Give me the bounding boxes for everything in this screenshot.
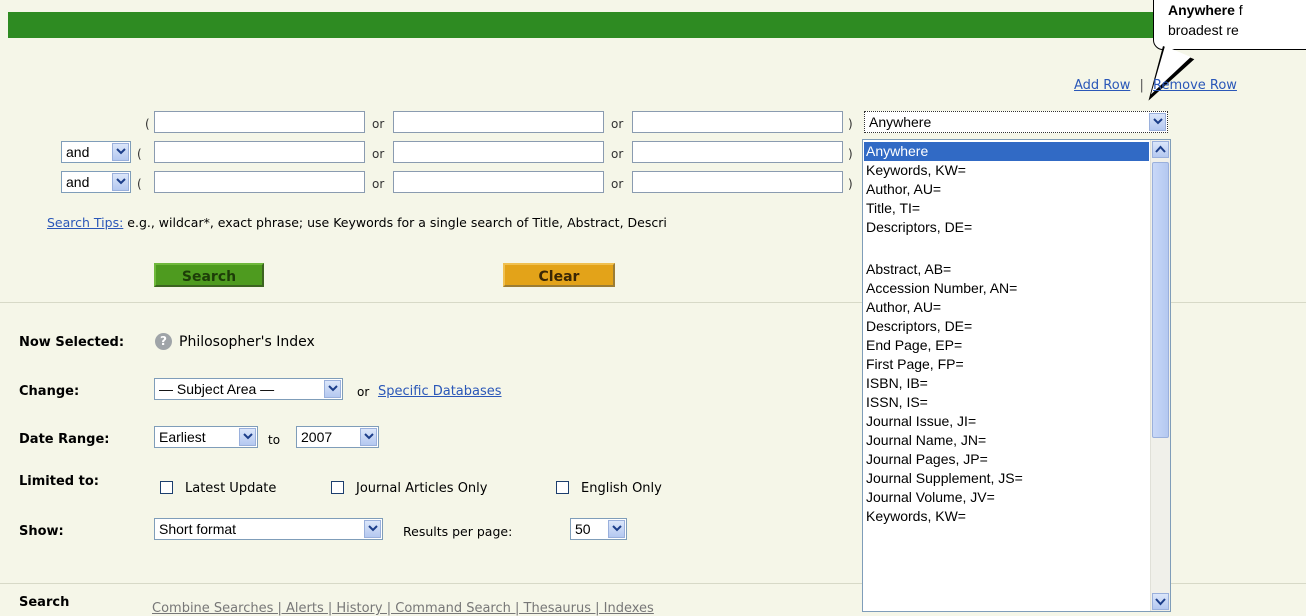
results-per-page-select[interactable]: 50: [570, 518, 627, 540]
field-option[interactable]: Author, AU=: [866, 298, 941, 317]
connector-select-3[interactable]: and: [61, 171, 131, 193]
or-label: or: [372, 117, 385, 131]
field-option[interactable]: Keywords, KW=: [866, 507, 966, 526]
search-button[interactable]: Search: [154, 263, 264, 287]
date-range-label: Date Range:: [19, 432, 110, 447]
field-option[interactable]: Journal Name, JN=: [866, 431, 986, 450]
search-term-input-3c[interactable]: [632, 171, 843, 193]
scroll-down-button[interactable]: [1152, 593, 1169, 610]
field-option[interactable]: Author, AU=: [866, 180, 941, 199]
clear-button[interactable]: Clear: [503, 263, 615, 287]
chevron-down-icon[interactable]: [1149, 113, 1166, 131]
show-label: Show:: [19, 524, 64, 539]
latest-update-label: Latest Update: [185, 481, 277, 496]
chevron-down-icon[interactable]: [324, 380, 341, 398]
scrollbar-thumb[interactable]: [1152, 162, 1169, 438]
latest-update-checkbox[interactable]: [160, 481, 173, 494]
field-option[interactable]: Abstract, AB=: [866, 260, 951, 279]
search-section-label: Search: [19, 595, 70, 610]
english-only-checkbox[interactable]: [556, 481, 569, 494]
search-term-input-2a[interactable]: [154, 141, 365, 163]
date-from-select[interactable]: Earliest: [154, 426, 258, 448]
field-option[interactable]: Anywhere: [864, 142, 1149, 161]
search-term-input-3b[interactable]: [393, 171, 604, 193]
or-label: or: [611, 117, 624, 131]
english-only-label: English Only: [581, 481, 662, 496]
field-option[interactable]: Journal Pages, JP=: [866, 450, 988, 469]
search-term-input-2c[interactable]: [632, 141, 843, 163]
field-option[interactable]: ISSN, IS=: [866, 393, 928, 412]
chevron-down-icon[interactable]: [239, 428, 256, 446]
search-term-input-1b[interactable]: [393, 111, 604, 133]
date-to-select[interactable]: 2007: [296, 426, 379, 448]
field-option[interactable]: First Page, FP=: [866, 355, 964, 374]
help-icon[interactable]: ?: [155, 333, 172, 350]
search-tips-link[interactable]: Search Tips:: [47, 215, 123, 230]
specific-databases-link[interactable]: Specific Databases: [378, 384, 502, 399]
field-option[interactable]: Descriptors, DE=: [866, 317, 972, 336]
field-option[interactable]: Accession Number, AN=: [866, 279, 1017, 298]
header-bar: [8, 12, 1306, 38]
chevron-down-icon[interactable]: [360, 428, 377, 446]
search-term-input-3a[interactable]: [154, 171, 365, 193]
field-dropdown-list[interactable]: Anywhere Keywords, KW= Author, AU= Title, T…: [862, 139, 1171, 612]
search-tips: Search Tips: e.g., wildcar*, exact phras…: [47, 215, 667, 230]
chevron-down-icon[interactable]: [112, 173, 129, 191]
field-option[interactable]: Keywords, KW=: [866, 161, 966, 180]
scrollbar[interactable]: [1150, 140, 1170, 611]
search-term-input-2b[interactable]: [393, 141, 604, 163]
search-term-input-1c[interactable]: [632, 111, 843, 133]
change-label: Change:: [19, 384, 80, 399]
callout-text: Anywhere f broadest re: [1168, 2, 1243, 38]
connector-select-2[interactable]: and: [61, 141, 131, 163]
search-term-input-1a[interactable]: [154, 111, 365, 133]
row-links: Add Row | Remove Row: [1074, 78, 1237, 93]
field-option[interactable]: Journal Volume, JV=: [866, 488, 995, 507]
selected-database: Philosopher's Index: [179, 334, 315, 350]
field-option[interactable]: End Page, EP=: [866, 336, 962, 355]
subject-area-select[interactable]: — Subject Area —: [154, 378, 343, 400]
paren-close: ): [848, 117, 853, 131]
field-option[interactable]: ISBN, IB=: [866, 374, 928, 393]
journal-articles-checkbox[interactable]: [331, 481, 344, 494]
add-row-link[interactable]: Add Row: [1074, 78, 1130, 93]
chevron-down-icon[interactable]: [112, 143, 129, 161]
chevron-down-icon[interactable]: [608, 520, 625, 538]
paren-open: (: [145, 117, 150, 131]
to-label: to: [268, 433, 281, 447]
field-option[interactable]: Title, TI=: [866, 199, 920, 218]
journal-articles-label: Journal Articles Only: [356, 481, 488, 496]
chevron-down-icon[interactable]: [364, 520, 381, 538]
field-select-1[interactable]: Anywhere: [864, 111, 1168, 133]
field-option[interactable]: Journal Supplement, JS=: [866, 469, 1023, 488]
or-label: or: [357, 385, 370, 399]
field-option[interactable]: Journal Issue, JI=: [866, 412, 976, 431]
remove-row-link[interactable]: Remove Row: [1153, 78, 1237, 93]
now-selected-label: Now Selected:: [19, 335, 125, 350]
search-tools-links[interactable]: Combine Searches | Alerts | History | Co…: [152, 601, 654, 616]
scroll-up-button[interactable]: [1152, 141, 1169, 158]
results-per-page-label: Results per page:: [403, 524, 513, 539]
field-option[interactable]: Descriptors, DE=: [866, 218, 972, 237]
limited-to-label: Limited to:: [19, 474, 99, 489]
format-select[interactable]: Short format: [154, 518, 383, 540]
